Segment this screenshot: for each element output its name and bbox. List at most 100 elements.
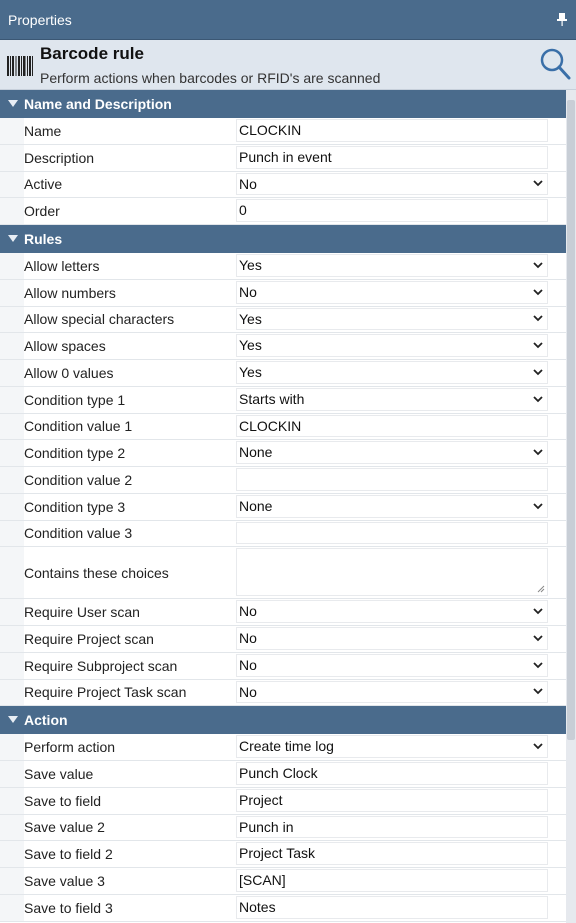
chevron-down-icon (533, 180, 543, 187)
property-dropdown[interactable]: Create time log (236, 735, 548, 758)
property-label: Allow spaces (24, 338, 106, 355)
property-label: Description (24, 149, 95, 166)
property-row: Condition type 1 Starts with (0, 386, 566, 414)
section-label: Name and Description (24, 96, 172, 112)
property-value: No (239, 630, 257, 646)
property-row: Active No (0, 171, 566, 199)
search-icon[interactable] (538, 46, 572, 82)
section-label: Action (24, 712, 68, 729)
property-dropdown[interactable]: No (236, 627, 548, 650)
property-label: Allow letters (24, 257, 100, 274)
row-gutter (0, 118, 24, 144)
property-value: Notes (239, 898, 276, 915)
row-gutter (0, 171, 24, 198)
property-input[interactable]: CLOCKIN (236, 119, 548, 142)
section-header[interactable]: Name and Description (0, 90, 566, 118)
property-input[interactable]: Project Task (236, 842, 548, 865)
property-label: Allow special characters (24, 311, 175, 328)
row-gutter (0, 253, 24, 279)
property-input[interactable]: 0 (236, 199, 548, 222)
caret-down-icon[interactable] (8, 100, 18, 108)
property-dropdown[interactable]: Yes (236, 307, 548, 331)
property-dropdown[interactable]: No (236, 653, 548, 677)
property-row: Condition value 1 CLOCKIN (0, 413, 566, 441)
section-header[interactable]: Rules (0, 225, 566, 253)
row-gutter (0, 787, 24, 814)
property-value: Yes (239, 257, 262, 273)
chevron-down-icon (533, 688, 543, 695)
property-value: No (239, 603, 257, 620)
property-label: Save value 2 (24, 819, 105, 836)
property-row: Condition value 2 (0, 467, 566, 494)
row-gutter (0, 599, 24, 625)
property-label: Save to field 2 (24, 846, 113, 863)
vertical-scrollbar[interactable] (566, 90, 576, 923)
property-textarea[interactable] (236, 548, 548, 597)
property-dropdown[interactable]: None (236, 441, 548, 464)
property-dropdown[interactable]: No (236, 600, 548, 623)
property-row: Order 0 (0, 198, 566, 225)
property-dropdown[interactable]: No (236, 280, 548, 304)
property-input[interactable]: Punch in (236, 815, 548, 839)
property-row: Condition type 2 None (0, 440, 566, 467)
property-dropdown[interactable]: None (236, 494, 548, 518)
pin-icon[interactable] (556, 12, 568, 26)
property-dropdown[interactable]: No (236, 680, 548, 704)
row-gutter (0, 440, 24, 466)
property-label: Order (24, 203, 60, 220)
property-row: Allow numbers No (0, 279, 566, 307)
row-gutter (0, 333, 24, 359)
panel-title: Properties (8, 12, 72, 28)
property-value: Punch in event (239, 148, 332, 165)
property-dropdown[interactable]: Yes (236, 361, 548, 384)
property-input[interactable]: Notes (236, 895, 548, 919)
property-dropdown[interactable]: Yes (236, 334, 548, 357)
property-input[interactable]: CLOCKIN (236, 414, 548, 438)
row-gutter (0, 814, 24, 841)
scrollbar-thumb[interactable] (567, 100, 575, 740)
property-value: CLOCKIN (239, 122, 302, 138)
property-label: Allow numbers (24, 284, 116, 301)
header-subtitle: Perform actions when barcodes or RFID's … (40, 70, 381, 86)
property-value: No (239, 683, 257, 700)
property-input[interactable]: [SCAN] (236, 869, 548, 892)
property-row: Allow 0 values Yes (0, 360, 566, 387)
property-row: Save value 3 [SCAN] (0, 868, 566, 895)
property-dropdown[interactable]: Starts with (236, 387, 548, 411)
property-label: Require Project scan (24, 630, 154, 647)
property-value: 0 (239, 202, 247, 219)
property-row: Name CLOCKIN (0, 118, 566, 145)
property-label: Save value 3 (24, 872, 105, 889)
property-input[interactable]: Project (236, 788, 548, 812)
chevron-down-icon (533, 608, 543, 615)
chevron-down-icon (533, 743, 543, 750)
section-header[interactable]: Action (0, 706, 566, 735)
chevron-down-icon (533, 395, 543, 402)
row-gutter (0, 841, 24, 867)
property-input[interactable] (236, 521, 548, 545)
caret-down-icon[interactable] (8, 716, 18, 724)
property-value: Yes (239, 310, 262, 327)
property-dropdown[interactable]: No (236, 172, 548, 196)
property-value: Punch in (239, 818, 294, 835)
property-value: No (239, 656, 257, 673)
resize-grip-icon[interactable] (537, 585, 545, 593)
properties-panel: Properties Barcode rule Perform actions … (0, 0, 576, 923)
chevron-down-icon (533, 369, 543, 376)
panel-header: Barcode rule Perform actions when barcod… (0, 40, 576, 90)
property-input[interactable]: Punch Clock (236, 762, 548, 785)
property-input[interactable] (236, 468, 548, 491)
property-dropdown[interactable]: Yes (236, 254, 548, 277)
property-value: Project (239, 791, 283, 808)
row-gutter (0, 894, 24, 921)
property-row: Contains these choices (0, 547, 566, 600)
property-row: Require User scan No (0, 599, 566, 626)
property-row: Save to field 3 Notes (0, 894, 566, 922)
chevron-down-icon (533, 635, 543, 642)
property-input[interactable]: Punch in event (236, 145, 548, 169)
property-row: Condition type 3 None (0, 493, 566, 521)
property-label: Condition type 1 (24, 391, 126, 408)
property-row: Save to field 2 Project Task (0, 841, 566, 868)
caret-down-icon[interactable] (8, 235, 18, 243)
property-row: Save value 2 Punch in (0, 814, 566, 842)
